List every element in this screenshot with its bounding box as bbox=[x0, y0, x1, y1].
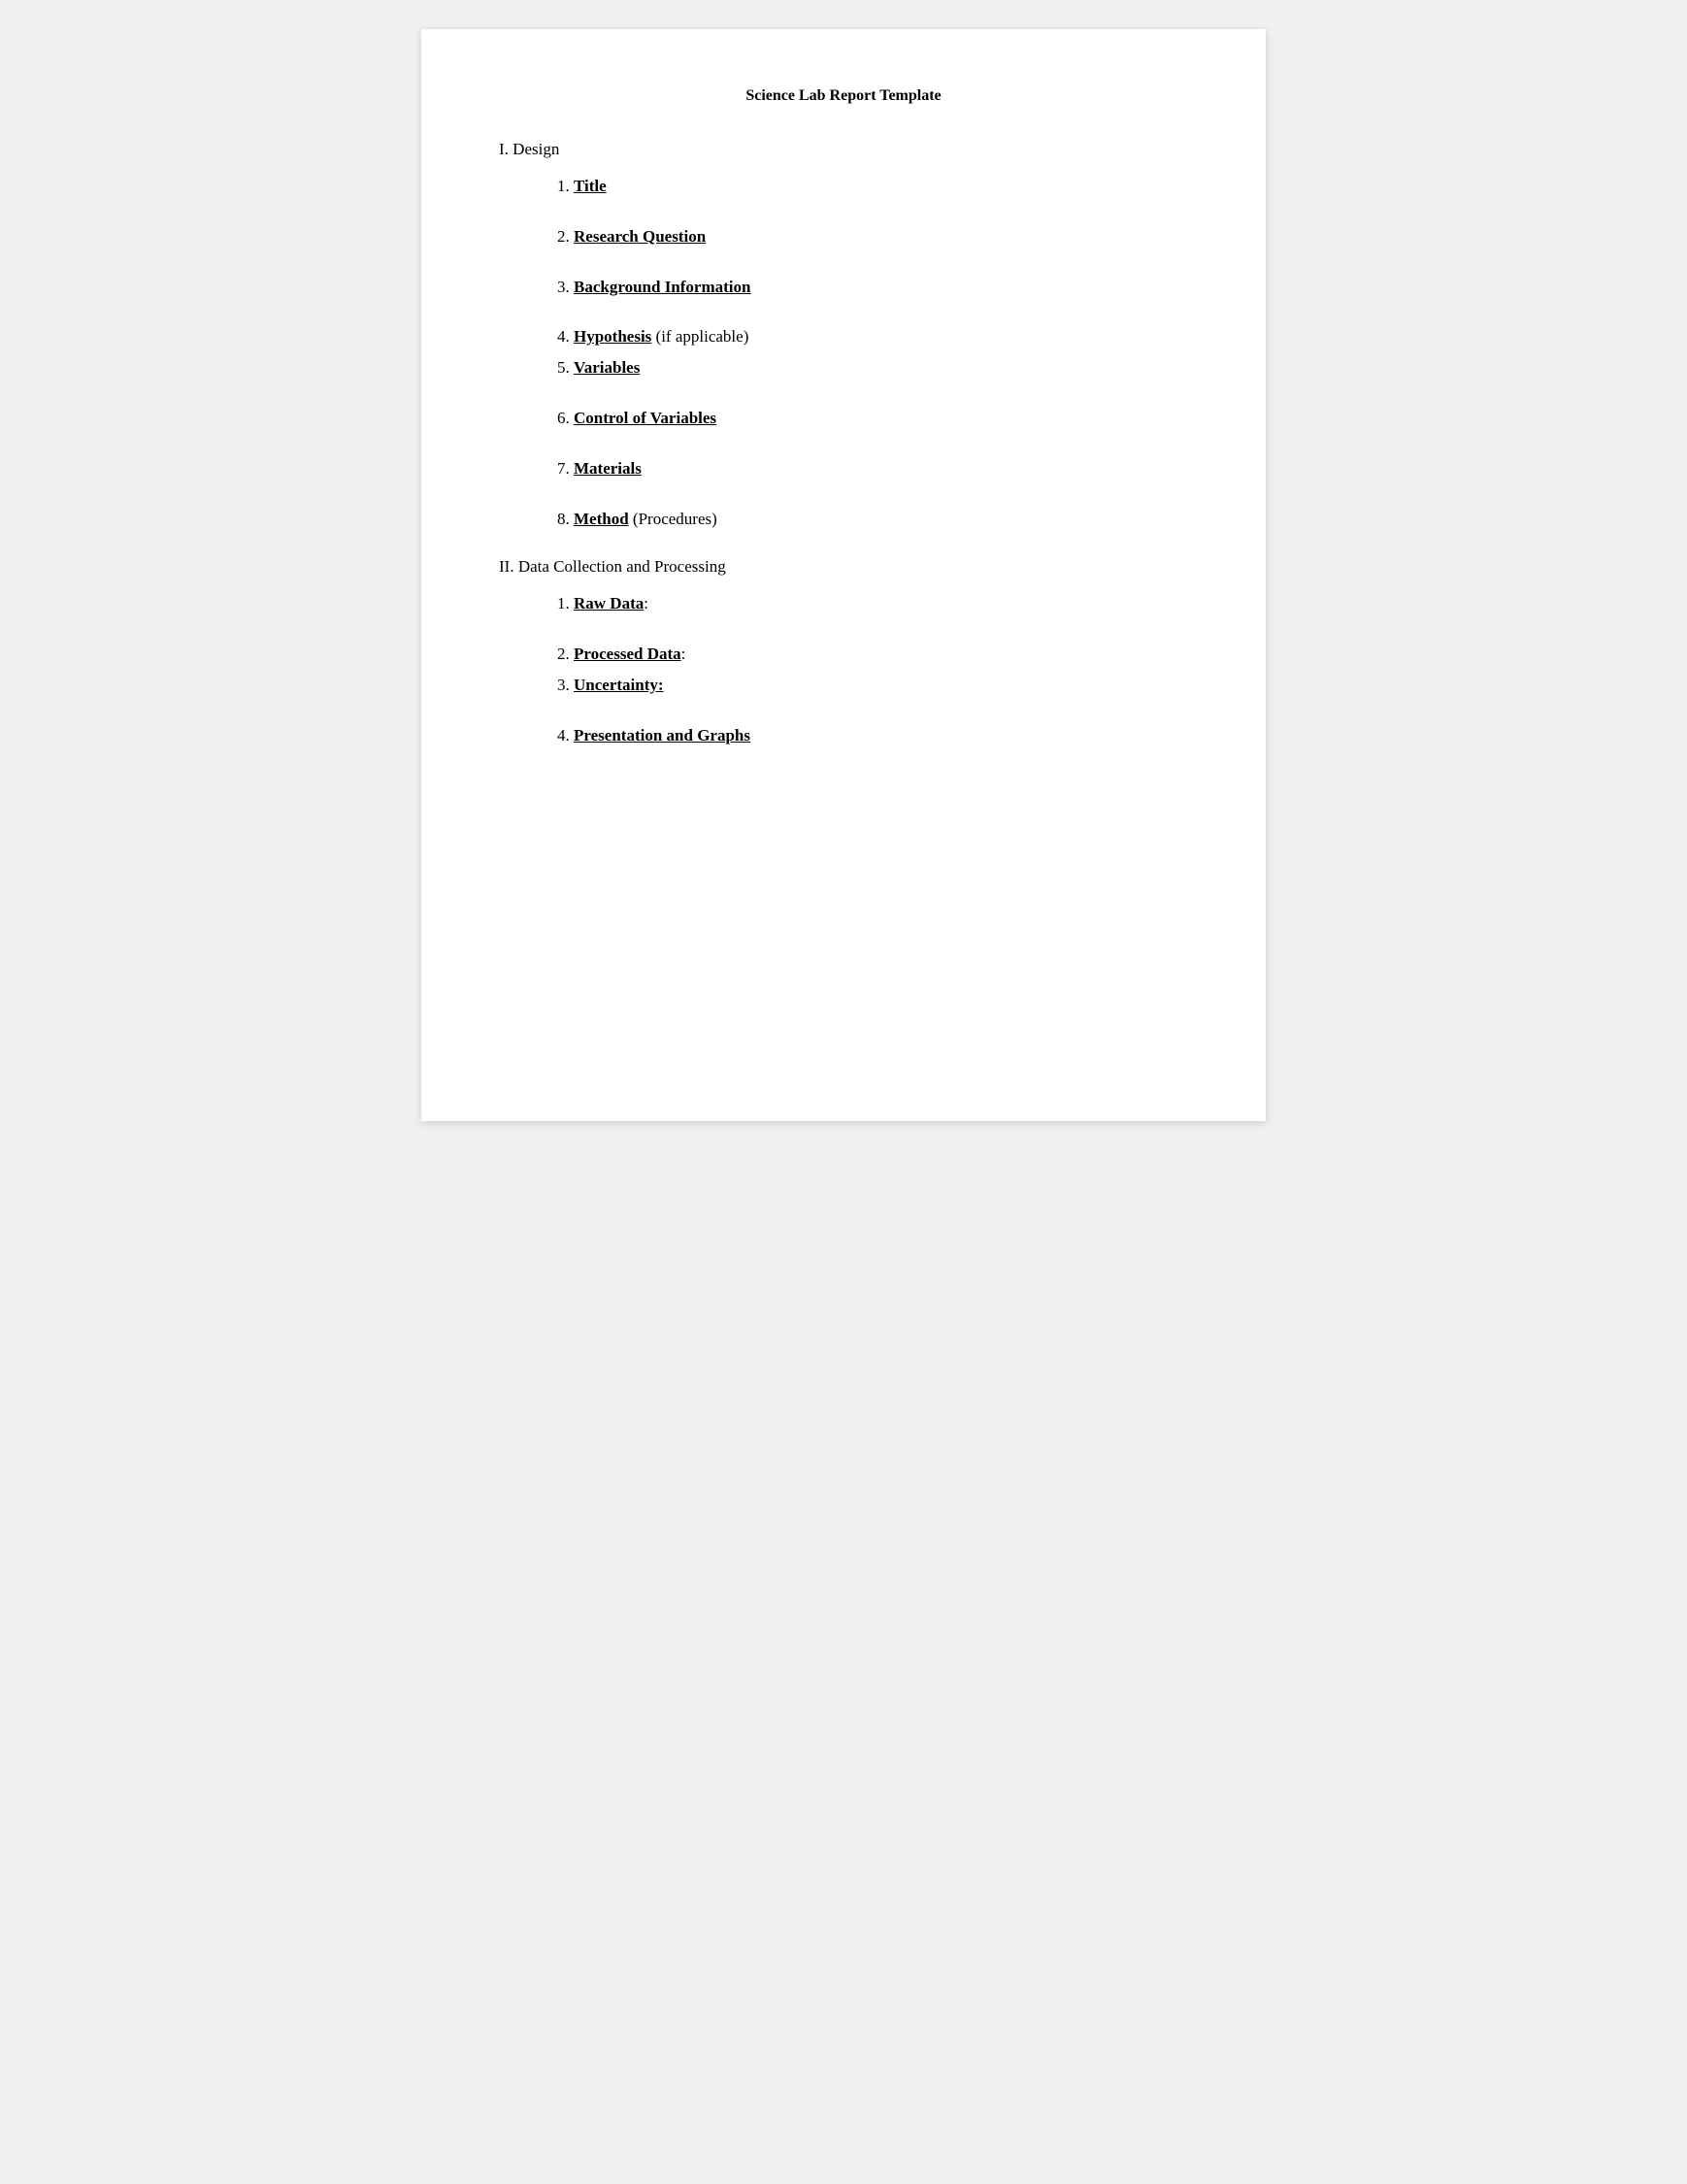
list-item: 5. Variables bbox=[557, 356, 1188, 380]
item-number: 1. bbox=[557, 594, 574, 612]
item-number: 5. bbox=[557, 358, 574, 377]
item-label: Research Question bbox=[574, 227, 706, 246]
list-item: 3. Uncertainty: bbox=[557, 674, 1188, 697]
item-label: Title bbox=[574, 177, 607, 195]
list-item: 2. Processed Data: bbox=[557, 643, 1188, 666]
item-label: Uncertainty: bbox=[574, 676, 664, 694]
item-label: Variables bbox=[574, 358, 640, 377]
item-label: Hypothesis bbox=[574, 327, 651, 346]
list-item: 2. Research Question bbox=[557, 225, 1188, 248]
section-i: I. Design 1. Title 2. Research Question … bbox=[499, 140, 1188, 530]
item-label: Background Information bbox=[574, 278, 750, 296]
section-i-heading: I. Design bbox=[499, 140, 1188, 159]
item-label: Presentation and Graphs bbox=[574, 726, 750, 745]
item-number: 8. bbox=[557, 510, 574, 528]
item-number: 3. bbox=[557, 676, 574, 694]
item-number: 4. bbox=[557, 327, 574, 346]
item-label: Processed Data bbox=[574, 645, 681, 663]
list-item: 1. Raw Data: bbox=[557, 592, 1188, 615]
item-label: Method bbox=[574, 510, 629, 528]
document-page: Science Lab Report Template I. Design 1.… bbox=[421, 29, 1266, 1121]
list-item: 1. Title bbox=[557, 175, 1188, 198]
list-item: 3. Background Information bbox=[557, 276, 1188, 299]
item-number: 6. bbox=[557, 409, 574, 427]
list-item: 4. Presentation and Graphs bbox=[557, 724, 1188, 747]
section-ii-items: 1. Raw Data: 2. Processed Data: 3. Uncer… bbox=[557, 592, 1188, 746]
list-item: 6. Control of Variables bbox=[557, 407, 1188, 430]
section-ii: II. Data Collection and Processing 1. Ra… bbox=[499, 557, 1188, 746]
item-suffix: (Procedures) bbox=[629, 510, 717, 528]
list-item: 8. Method (Procedures) bbox=[557, 508, 1188, 531]
list-item: 4. Hypothesis (if applicable) bbox=[557, 325, 1188, 348]
page-title: Science Lab Report Template bbox=[499, 87, 1188, 105]
list-item: 7. Materials bbox=[557, 457, 1188, 480]
item-number: 1. bbox=[557, 177, 574, 195]
item-suffix: : bbox=[681, 645, 686, 663]
item-suffix: : bbox=[644, 594, 648, 612]
item-suffix: (if applicable) bbox=[651, 327, 748, 346]
item-label: Raw Data bbox=[574, 594, 644, 612]
item-number: 2. bbox=[557, 645, 574, 663]
item-label: Control of Variables bbox=[574, 409, 716, 427]
section-i-items: 1. Title 2. Research Question 3. Backgro… bbox=[557, 175, 1188, 530]
item-label: Materials bbox=[574, 459, 642, 478]
item-number: 3. bbox=[557, 278, 574, 296]
item-number: 2. bbox=[557, 227, 574, 246]
item-number: 4. bbox=[557, 726, 574, 745]
item-number: 7. bbox=[557, 459, 574, 478]
section-ii-heading: II. Data Collection and Processing bbox=[499, 557, 1188, 577]
